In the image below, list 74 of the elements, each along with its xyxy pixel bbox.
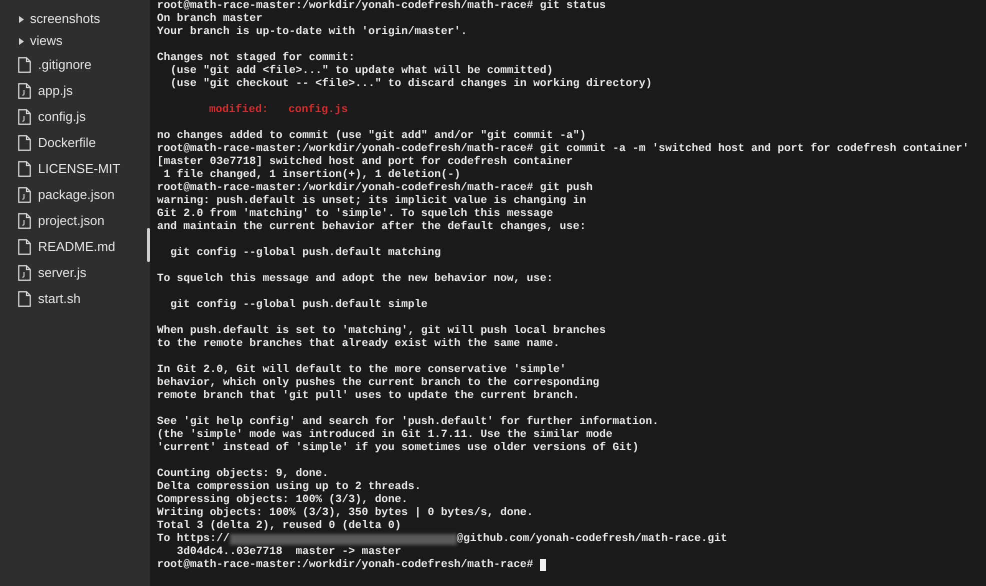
file-name: .gitignore (38, 56, 92, 74)
terminal-line: Counting objects: 9, done. (157, 468, 329, 481)
terminal-line: 'current' instead of 'simple' if you sometimes use older versions of Git) (157, 442, 639, 455)
file-icon (18, 239, 31, 255)
file-icon (18, 135, 31, 151)
terminal-line: In Git 2.0, Git will default to the more conservative 'simple' (157, 364, 566, 377)
modified-label: modified: (209, 104, 268, 117)
script-file-icon (18, 83, 31, 99)
terminal-line: no changes added to commit (use "git add" and/or "git commit -a") (157, 130, 586, 142)
script-file-icon (18, 265, 31, 281)
terminal-line: Writing objects: 100% (3/3), 350 bytes | 0 bytes/s, done. (157, 507, 534, 520)
script-file-icon (18, 213, 31, 229)
file-name: start.sh (38, 290, 81, 308)
file-icon (18, 291, 31, 307)
terminal-line: To squelch this message and adopt the new behavior now, use: (157, 273, 554, 286)
file-item[interactable]: README.md (0, 234, 150, 260)
expand-arrow-icon[interactable] (19, 16, 24, 22)
terminal-line: @github.com/yonah-codefresh/math-race.git (456, 533, 728, 546)
terminal-line: Git 2.0 from 'matching' to 'simple'. To squelch this message (157, 208, 554, 220)
script-file-icon (18, 109, 31, 125)
modified-file: config.js (288, 104, 348, 117)
terminal-line: 1 file changed, 1 insertion(+), 1 deletion(-) (162, 169, 461, 182)
file-item[interactable]: config.js (0, 104, 150, 130)
file-name: app.js (38, 82, 73, 100)
file-name: project.json (38, 212, 104, 230)
terminal-line: Your branch is up-to-date with 'origin/master'. (157, 26, 468, 39)
file-icon (18, 161, 31, 177)
file-name: README.md (38, 238, 116, 256)
file-item[interactable]: LICENSE-MIT (0, 156, 150, 182)
terminal-line: (the 'simple' mode was introduced in Git 1.7.11. Use the similar mode (157, 429, 612, 442)
terminal-line: behavior, which only pushes the current branch to the corresponding (157, 377, 600, 390)
terminal-line: [master 03e7718] switched host and port for codefresh container (157, 156, 573, 168)
terminal-line: and maintain the current behavior after the default changes, use: (157, 221, 586, 234)
file-name: screenshots (30, 10, 100, 28)
file-name: server.js (38, 264, 86, 282)
folder-item[interactable]: views (0, 30, 150, 52)
file-item[interactable]: app.js (0, 78, 150, 104)
terminal-line: Total 3 (delta 2), reused 0 (delta 0) (157, 520, 402, 533)
terminal-line: root@math-race-master:/workdir/yonah-codefresh/math-race# git status (157, 0, 606, 13)
terminal-line: On branch master (157, 13, 263, 26)
terminal-line: When push.default is set to 'matching', git will push local branches (157, 325, 606, 338)
file-name: views (30, 32, 63, 50)
terminal-line: root@math-race-master:/workdir/yonah-codefresh/math-race# git commit -a -m 'switched host and port for codefresh container' (157, 143, 969, 156)
file-name: LICENSE-MIT (38, 160, 120, 178)
file-icon (18, 57, 31, 73)
file-item[interactable]: Dockerfile (0, 130, 150, 156)
file-item[interactable]: start.sh (0, 286, 150, 312)
folder-item[interactable]: screenshots (0, 8, 150, 30)
script-file-icon (18, 187, 31, 203)
terminal-line: warning: push.default is unset; its implicit value is changing in (157, 195, 586, 208)
terminal-prompt: root@math-race-master:/workdir/yonah-codefresh/math-race# (157, 559, 534, 572)
terminal-line: to the remote branches that already exist with the same name. (157, 338, 560, 351)
file-item[interactable]: .gitignore (0, 52, 150, 78)
terminal-line: Delta compression using up to 2 threads. (157, 481, 422, 494)
terminal-line: Changes not staged for commit: (157, 52, 356, 64)
terminal-line: To https:// (157, 533, 230, 546)
expand-arrow-icon[interactable] (19, 38, 24, 44)
file-name: Dockerfile (38, 134, 96, 152)
text-cursor (540, 559, 546, 571)
terminal-line: (use "git add <file>..." to update what will be committed) (169, 65, 554, 78)
terminal-line: root@math-race-master:/workdir/yonah-codefresh/math-race# git push (157, 182, 593, 194)
file-item[interactable]: project.json (0, 208, 150, 234)
terminal-line: 3d04dc4..03e7718 master -> master (176, 546, 402, 558)
terminal-line: remote branch that 'git pull' uses to update the current branch. (157, 390, 580, 403)
terminal-line: git config --global push.default matching (169, 247, 441, 260)
terminal-line: Compressing objects: 100% (3/3), done. (157, 494, 408, 507)
terminal-line: (use "git checkout -- <file>..." to discard changes in working directory) (169, 78, 652, 91)
file-name: package.json (38, 186, 115, 204)
terminal-line: git config --global push.default simple (169, 299, 428, 312)
file-item[interactable]: server.js (0, 260, 150, 286)
terminal-line: See 'git help config' and search for 'push.default' for further information. (157, 416, 659, 429)
file-item[interactable]: package.json (0, 182, 150, 208)
resize-handle[interactable] (147, 228, 150, 262)
file-name: config.js (38, 108, 86, 126)
